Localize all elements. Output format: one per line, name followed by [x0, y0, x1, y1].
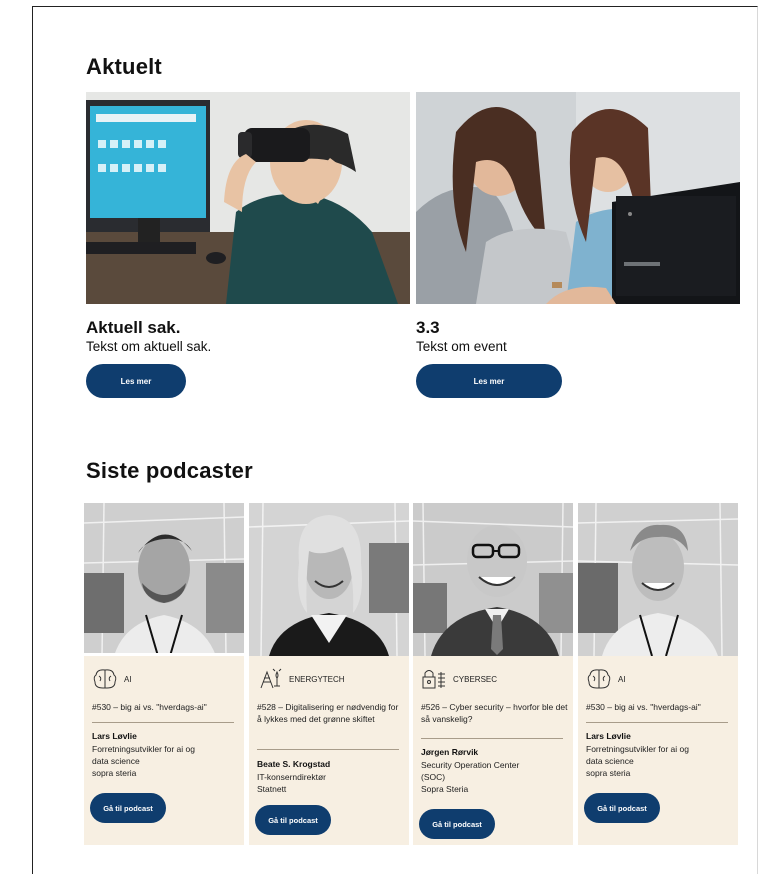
- podcast-card: AI #530 – big ai vs. "hverdags-ai" Lars …: [84, 503, 244, 845]
- speaker-photo: [249, 503, 409, 656]
- category-tag: CYBERSEC: [421, 668, 497, 690]
- category-label: AI: [124, 674, 132, 684]
- category-tag: ENERGYTECH: [257, 668, 345, 690]
- speaker-photo: [413, 503, 573, 656]
- podcasts-heading: Siste podcaster: [86, 458, 253, 483]
- go-to-podcast-button[interactable]: Gå til podcast: [584, 793, 660, 823]
- speaker-role: Security Operation Center (SOC) Sopra St…: [421, 760, 520, 794]
- go-to-podcast-button[interactable]: Gå til podcast: [90, 793, 166, 823]
- divider: [421, 738, 563, 739]
- brain-icon: [93, 669, 117, 689]
- category-label: AI: [618, 674, 626, 684]
- podcast-title[interactable]: #530 – big ai vs. "hverdags-ai": [92, 701, 240, 713]
- speaker-name: Jørgen Rørvik: [421, 747, 479, 757]
- speaker-role: Forretningsutvikler for ai og data scien…: [92, 744, 195, 778]
- podcast-card: ENERGYTECH #528 – Digitalisering er nødv…: [249, 503, 409, 845]
- event-text: Tekst om event: [416, 339, 507, 354]
- speaker-role: IT-konserndirektør Statnett: [257, 772, 326, 794]
- energy-icon: [260, 668, 282, 689]
- news-heading: Aktuelt: [86, 54, 162, 79]
- divider: [257, 749, 399, 750]
- podcast-title[interactable]: #530 – big ai vs. "hverdags-ai": [586, 701, 734, 713]
- category-tag: AI: [586, 668, 626, 690]
- category-label: CYBERSEC: [453, 674, 498, 684]
- news-text: Tekst om aktuell sak.: [86, 339, 212, 354]
- speaker-photo: [84, 503, 244, 656]
- podcast-title[interactable]: #528 – Digitalisering er nødvendig for å…: [257, 701, 405, 725]
- lock-icon: [422, 670, 445, 689]
- category-tag: AI: [92, 668, 132, 690]
- speaker-role: Forretningsutvikler for ai og data scien…: [586, 744, 689, 778]
- brain-icon: [587, 669, 611, 689]
- read-more-button[interactable]: Les mer: [86, 364, 186, 398]
- speaker-name: Beate S. Krogstad: [257, 759, 331, 769]
- read-more-event-button[interactable]: Les mer: [416, 364, 562, 398]
- speaker-photo: [578, 503, 738, 656]
- divider: [92, 722, 234, 723]
- go-to-podcast-button[interactable]: Gå til podcast: [255, 805, 331, 835]
- speaker-name: Lars Løvlie: [586, 731, 631, 741]
- news-image-laptop[interactable]: [416, 92, 740, 304]
- news-image-vr[interactable]: [86, 92, 410, 304]
- podcast-title[interactable]: #526 – Cyber security – hvorfor ble det …: [421, 701, 569, 725]
- divider: [586, 722, 728, 723]
- podcast-card: CYBERSEC #526 – Cyber security – hvorfor…: [413, 503, 573, 845]
- podcast-card: AI #530 – big ai vs. "hverdags-ai" Lars …: [578, 503, 738, 845]
- news-title: Aktuell sak.: [86, 318, 181, 337]
- go-to-podcast-button[interactable]: Gå til podcast: [419, 809, 495, 839]
- event-title: 3.3: [416, 318, 440, 337]
- speaker-name: Lars Løvlie: [92, 731, 137, 741]
- category-label: ENERGYTECH: [289, 674, 345, 684]
